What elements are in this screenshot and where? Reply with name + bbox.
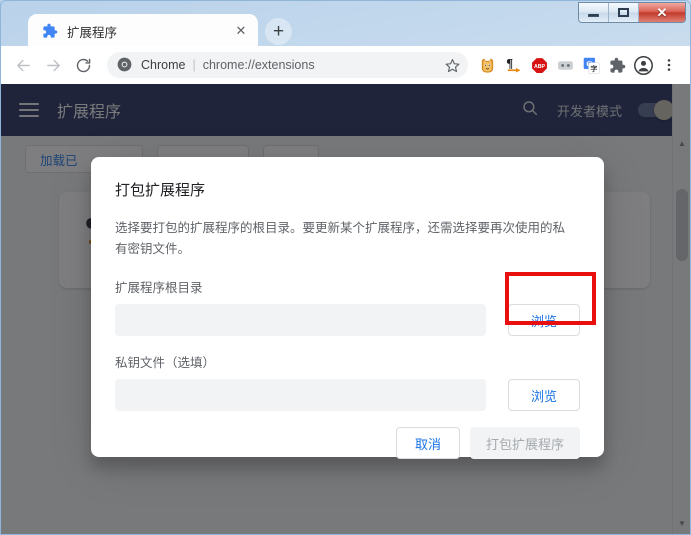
browser-window: 扩展程序 开发者模式 加载已 ¶ xyxy=(0,0,691,535)
window-frame-border xyxy=(0,0,691,535)
